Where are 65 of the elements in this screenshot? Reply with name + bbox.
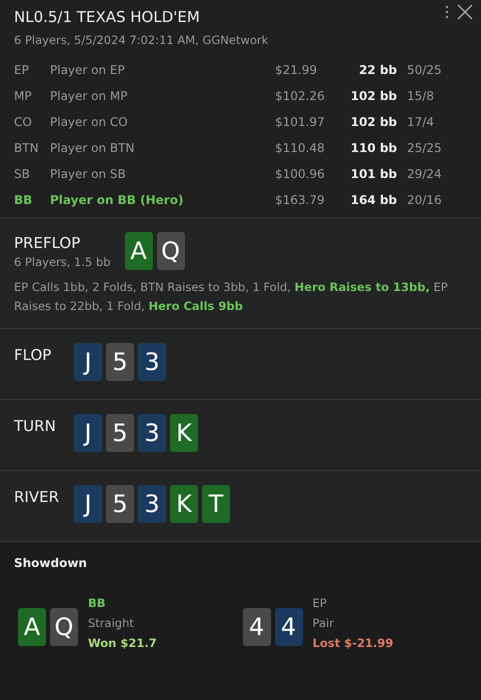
hand-rank: Pair [312, 616, 335, 630]
playing-card: 5 [106, 343, 134, 381]
player-stack-bb: 164 bb [350, 193, 398, 207]
player-stack-bb: 101 bb [350, 167, 398, 181]
player-position: BB [88, 596, 107, 610]
playing-card: T [202, 485, 230, 523]
playing-card: 3 [138, 343, 166, 381]
player-stats: 20/16 [407, 193, 443, 207]
playing-card: Q [50, 608, 78, 646]
player-name: Player on BTN [50, 141, 136, 155]
player-stack-bb: 22 bb [358, 63, 398, 77]
player-stack: $100.96 [275, 167, 326, 181]
player-stack: $110.48 [275, 141, 326, 155]
playing-card: Q [156, 232, 185, 270]
player-stats: 50/25 [407, 63, 443, 77]
player-stats: 15/8 [407, 89, 435, 103]
playing-card: 4 [242, 608, 270, 646]
close-icon[interactable] [457, 4, 473, 20]
street-info: 6 Players, 1.5 bb [14, 254, 111, 268]
street-name: FLOP [14, 346, 52, 364]
player-position: SB [14, 167, 31, 181]
playing-card: K [170, 414, 198, 452]
player-stats: 25/25 [407, 141, 443, 155]
playing-card: 5 [106, 414, 134, 452]
player-stack: $163.79 [275, 193, 326, 207]
player-position: EP [14, 63, 30, 77]
player-name: Player on EP [50, 63, 126, 77]
hand-result: Lost $-21.99 [312, 636, 394, 650]
playing-card: J [74, 414, 102, 452]
playing-card: 5 [106, 485, 134, 523]
more-icon[interactable] [445, 5, 449, 19]
player-stack-bb: 110 bb [350, 141, 398, 155]
player-position: CO [14, 115, 33, 129]
player-position: BB [14, 193, 34, 207]
playing-card: A [18, 608, 46, 646]
playing-card: 3 [138, 414, 166, 452]
player-stack-bb: 102 bb [350, 89, 398, 103]
player-stats: 17/4 [407, 115, 435, 129]
player-stack: $21.99 [275, 63, 318, 77]
hand-subtitle: 6 Players, 5/5/2024 7:02:11 AM, GGNetwork [14, 33, 270, 47]
playing-card: 3 [138, 485, 166, 523]
player-stack-bb: 102 bb [350, 115, 398, 129]
playing-card: K [170, 485, 198, 523]
hand-title: NL0.5/1 TEXAS HOLD'EM [14, 8, 200, 26]
playing-card: J [74, 343, 102, 381]
playing-card: J [74, 485, 102, 523]
street-name: PREFLOP [14, 234, 82, 252]
player-stack: $102.26 [275, 89, 326, 103]
player-stack: $101.97 [275, 115, 326, 129]
player-position: EP [312, 596, 328, 610]
playing-card: A [124, 232, 153, 270]
showdown-title: Showdown [14, 556, 88, 570]
player-name: Player on CO [50, 115, 129, 129]
hand-result: Won $21.7 [88, 636, 157, 650]
player-name: Player on BB (Hero) [50, 193, 184, 207]
player-position: MP [14, 89, 33, 103]
player-position: BTN [14, 141, 40, 155]
street-name: RIVER [14, 488, 58, 506]
action-log: EP Calls 1bb, 2 Folds, BTN Raises to 3bb, 1 Fold, Hero Raises to 13bb, EP Raises to 22bb, 1 Fold, Hero Calls 9bb [14, 279, 449, 315]
street-name: TURN [14, 417, 57, 435]
player-stats: 29/24 [407, 167, 443, 181]
player-name: Player on MP [50, 89, 129, 103]
player-name: Player on SB [50, 167, 127, 181]
hand-rank: Straight [88, 616, 135, 630]
playing-card: 4 [274, 608, 302, 646]
